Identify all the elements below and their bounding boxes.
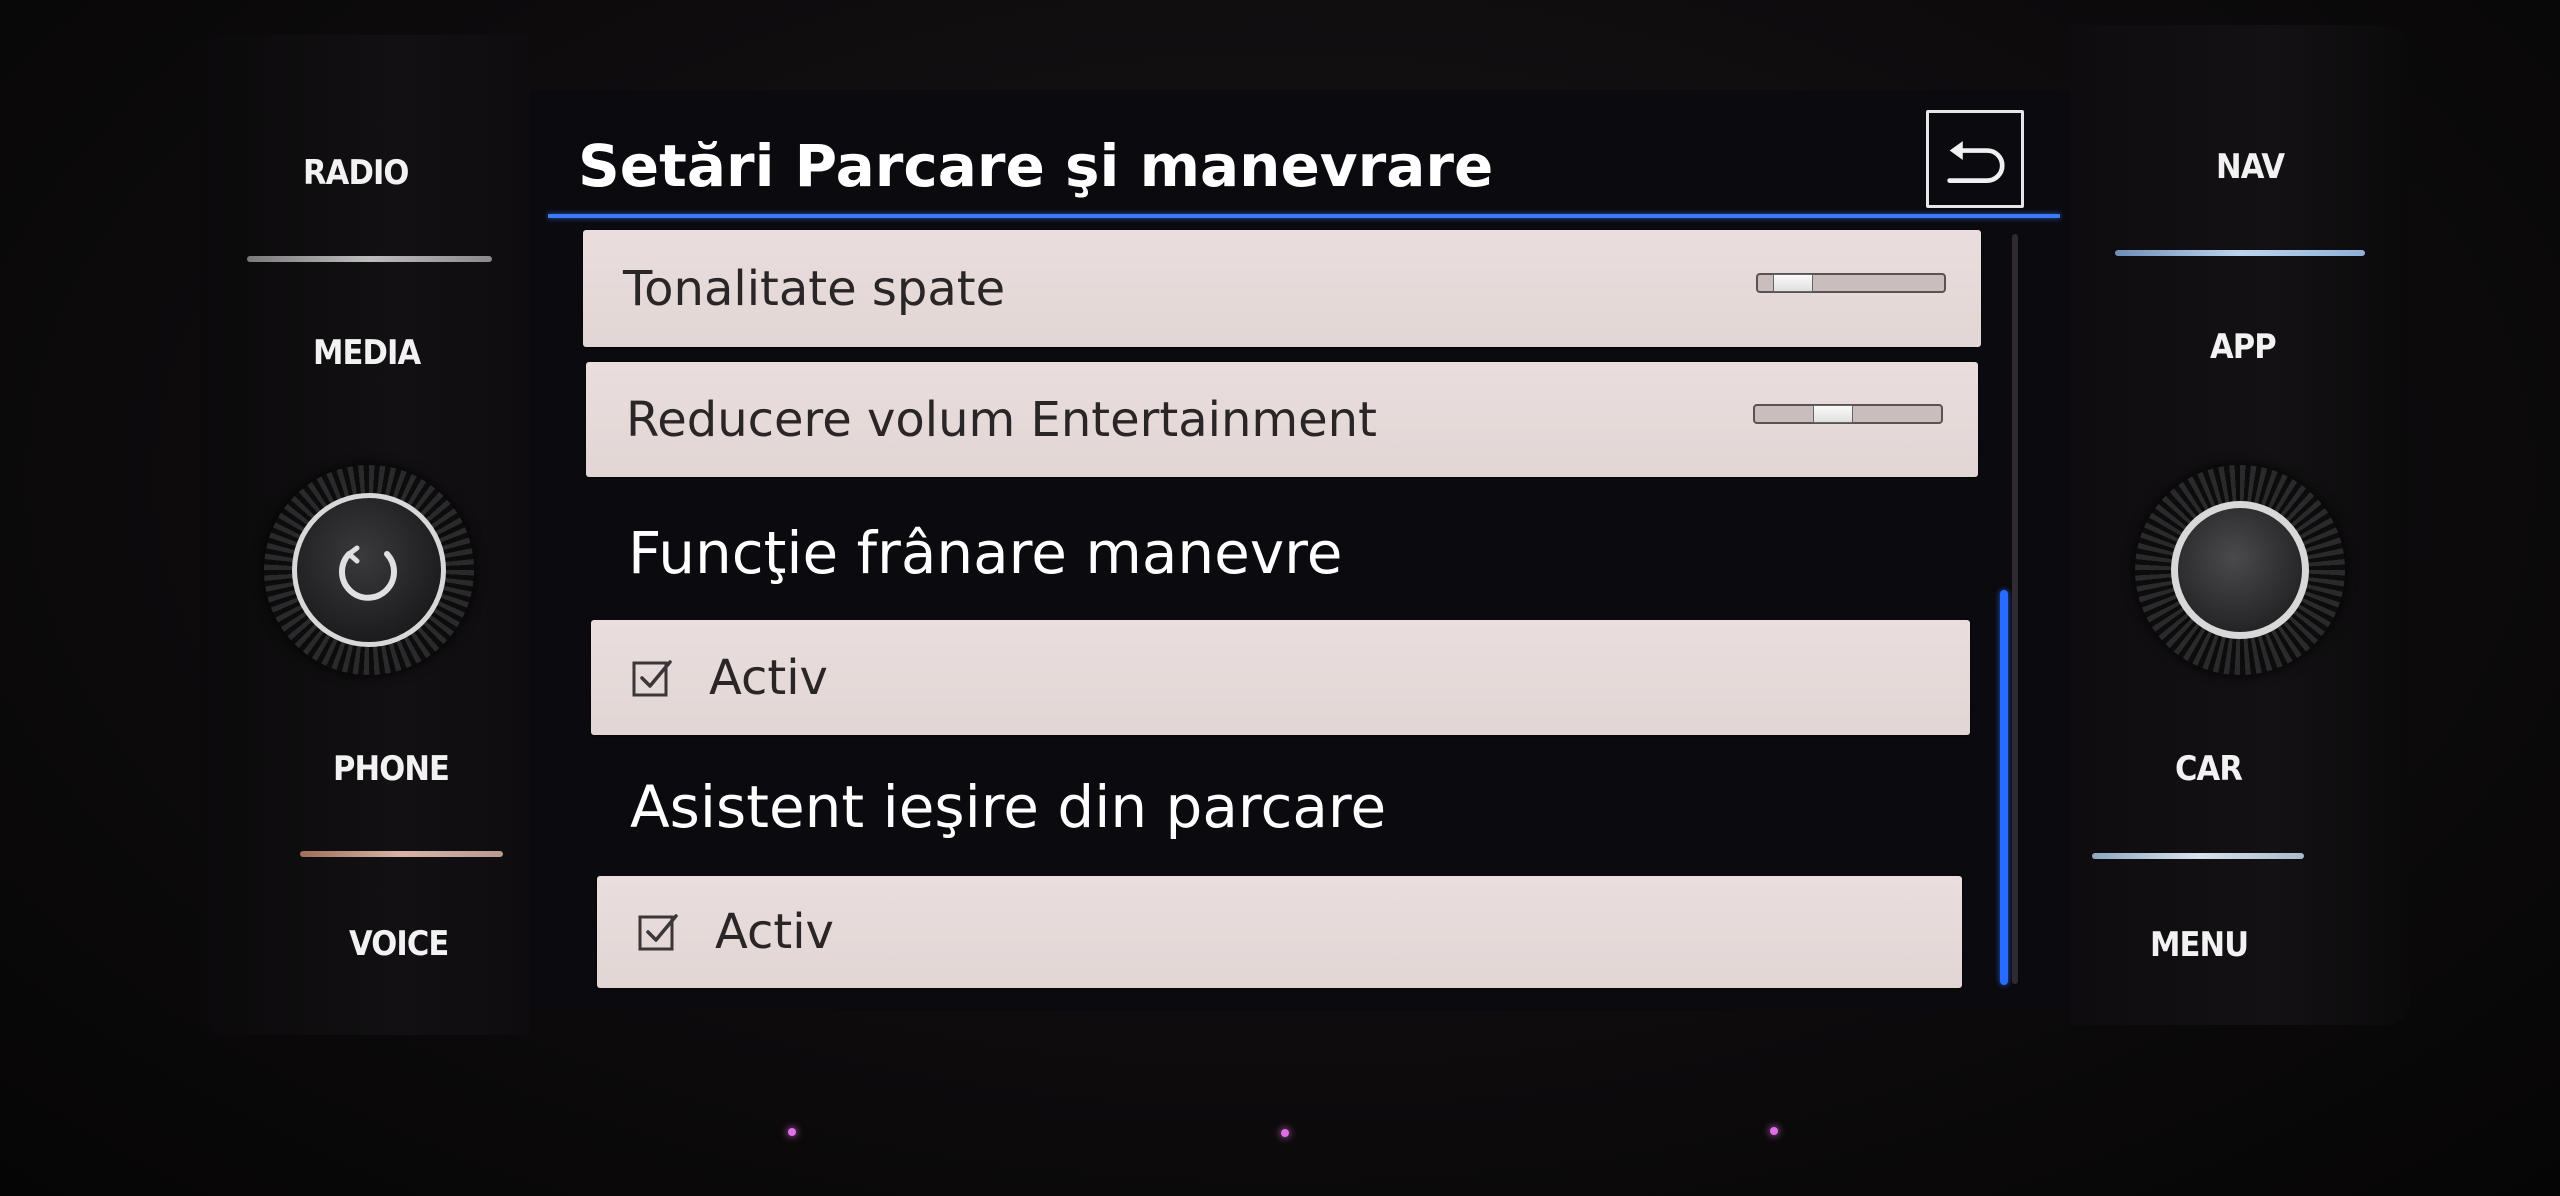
scrollbar-track[interactable] <box>2012 234 2018 984</box>
asistent-activ-option[interactable]: Activ <box>597 876 1962 988</box>
ambient-light-dot <box>1281 1129 1289 1137</box>
franare-activ-option[interactable]: Activ <box>591 620 1970 735</box>
scrollbar-thumb[interactable] <box>2000 590 2008 985</box>
asistent-activ-label: Activ <box>715 904 834 960</box>
phone-button[interactable]: PHONE <box>333 749 450 789</box>
power-icon <box>339 545 397 601</box>
slider-thumb[interactable] <box>1813 405 1853 423</box>
header-bar: Setări Parcare şi manevrare <box>548 110 2058 220</box>
tonalitate-spate-slider[interactable] <box>1756 273 1946 293</box>
ambient-light-dot <box>788 1128 796 1136</box>
car-indicator-line <box>2092 853 2304 859</box>
tonalitate-spate-row[interactable]: Tonalitate spate <box>583 230 1981 347</box>
slider-thumb[interactable] <box>1773 274 1813 292</box>
reducere-volum-label: Reducere volum Entertainment <box>626 391 1377 448</box>
volume-knob-face <box>292 493 446 647</box>
header-underline <box>548 214 2060 218</box>
checkbox-checked-icon[interactable] <box>631 656 675 700</box>
section-title-franare: Funcţie frânare manevre <box>628 519 1343 587</box>
volume-knob[interactable] <box>264 465 474 675</box>
radio-indicator-line <box>247 256 492 262</box>
section-title-asistent: Asistent ieşire din parcare <box>630 773 1387 841</box>
car-button[interactable]: CAR <box>2175 749 2243 789</box>
page-title: Setări Parcare şi manevrare <box>578 132 1494 200</box>
ambient-light-dot <box>1770 1127 1778 1135</box>
tune-knob-face <box>2171 501 2309 639</box>
phone-indicator-line <box>300 851 503 857</box>
back-button[interactable] <box>1926 110 2024 208</box>
nav-indicator-line <box>2115 250 2365 256</box>
reducere-volum-slider[interactable] <box>1753 404 1943 424</box>
radio-button[interactable]: RADIO <box>303 153 409 193</box>
tonalitate-spate-label: Tonalitate spate <box>623 260 1006 317</box>
menu-button[interactable]: MENU <box>2150 925 2249 965</box>
franare-activ-label: Activ <box>709 649 828 706</box>
checkbox-checked-icon[interactable] <box>637 910 681 954</box>
app-button[interactable]: APP <box>2210 327 2277 367</box>
reducere-volum-row[interactable]: Reducere volum Entertainment <box>586 362 1978 477</box>
tune-knob[interactable] <box>2135 465 2345 675</box>
nav-button[interactable]: NAV <box>2216 147 2285 187</box>
media-button[interactable]: MEDIA <box>313 333 421 373</box>
voice-button[interactable]: VOICE <box>349 924 449 964</box>
back-arrow-icon <box>1947 141 2005 183</box>
